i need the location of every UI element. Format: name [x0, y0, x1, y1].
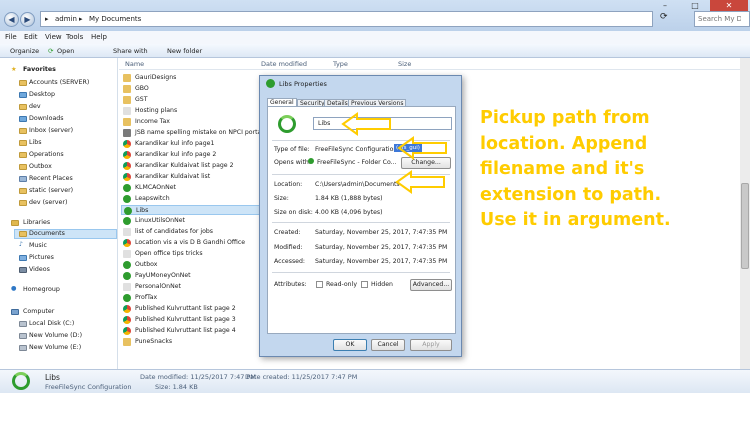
- details-pane: Libs FreeFileSync Configuration Date mod…: [0, 369, 750, 393]
- annotation-line: location. Append: [480, 133, 648, 154]
- details-created: Date created: 11/25/2017 7:47 PM: [245, 373, 358, 381]
- details-modified: Date modified: 11/25/2017 7:47 PM: [140, 373, 257, 381]
- annotation-line: Use it in argument.: [480, 210, 671, 230]
- arrow-icon: [395, 170, 445, 194]
- details-name: Libs: [45, 373, 60, 382]
- annotation-line: filename and it's: [480, 159, 645, 179]
- arrow-icon: [341, 112, 391, 136]
- sync-icon: [12, 372, 30, 390]
- details-type: FreeFileSync Configuration: [45, 383, 132, 391]
- details-size: Size: 1.84 KB: [155, 383, 198, 391]
- annotation-line: extension to path.: [480, 184, 662, 205]
- annotation-text: Pickup path from location. Append filena…: [480, 106, 744, 234]
- annotation-line: Pickup path from: [480, 108, 650, 128]
- arrow-icon: [397, 136, 447, 160]
